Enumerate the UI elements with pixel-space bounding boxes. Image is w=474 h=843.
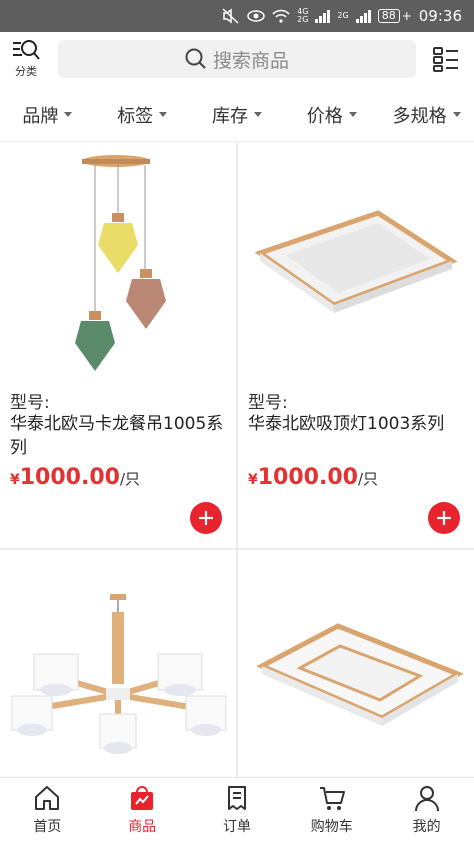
charging-icon: + <box>401 9 412 23</box>
square-ceiling-lamp-image <box>256 623 464 726</box>
add-to-cart-button[interactable] <box>190 502 222 534</box>
add-to-cart-button[interactable] <box>428 502 460 534</box>
filter-tag[interactable]: 标签 <box>95 88 190 141</box>
home-icon <box>35 786 60 810</box>
tab-orders[interactable]: 订单 <box>190 778 285 843</box>
signal-icon-2 <box>355 9 371 23</box>
tab-profile[interactable]: 我的 <box>379 778 474 843</box>
ceiling-lamp-image <box>254 210 458 313</box>
product-name: 华泰北欧马卡龙餐吊1005系列 <box>10 414 224 458</box>
chandelier-image <box>11 594 227 754</box>
category-label: 分类 <box>15 65 37 78</box>
product-price: ¥1000.00/只 <box>10 465 141 490</box>
tab-label: 我的 <box>412 819 441 835</box>
product-grid: 型号: 华泰北欧马卡龙餐吊1005系列 ¥1000.00/只 型号: 华泰北欧吸… <box>0 143 474 777</box>
pendant-lamp-image <box>75 155 166 371</box>
tab-label: 订单 <box>222 819 251 835</box>
dropdown-caret-icon <box>64 112 73 117</box>
tab-label: 商品 <box>128 819 157 835</box>
filter-label: 多规格 <box>392 105 447 127</box>
product-model-label: 型号: <box>10 393 50 413</box>
product-card[interactable] <box>238 550 474 777</box>
plus-icon <box>437 511 451 525</box>
search-input[interactable]: 搜索商品 <box>58 40 416 78</box>
search-placeholder: 搜索商品 <box>212 49 289 72</box>
product-card[interactable]: 型号: 华泰北欧马卡龙餐吊1005系列 ¥1000.00/只 <box>0 143 236 548</box>
filter-label: 价格 <box>306 105 343 127</box>
dropdown-caret-icon <box>348 112 357 117</box>
filter-bar: 品牌 标签 库存 价格 多规格 <box>0 88 474 142</box>
product-model-label: 型号: <box>248 393 288 413</box>
eye-icon <box>247 10 265 22</box>
product-price: ¥1000.00/只 <box>248 465 379 490</box>
tab-cart[interactable]: 购物车 <box>284 778 379 843</box>
filter-label: 库存 <box>211 105 248 127</box>
tab-label: 首页 <box>33 819 62 835</box>
tab-home[interactable]: 首页 <box>0 778 95 843</box>
filter-brand[interactable]: 品牌 <box>0 88 95 141</box>
search-icon <box>185 48 206 69</box>
network-type: 4G 2G <box>297 7 309 24</box>
battery-indicator: 88 <box>377 9 400 23</box>
clock: 09:36 <box>418 7 462 25</box>
layout-toggle-icon[interactable] <box>432 45 460 73</box>
plus-icon <box>199 511 213 525</box>
header: 分类 搜索商品 <box>0 32 474 86</box>
filter-spec[interactable]: 多规格 <box>379 88 474 141</box>
dropdown-caret-icon <box>452 112 461 117</box>
mute-icon <box>222 8 239 24</box>
product-card[interactable]: 型号: 华泰北欧吸顶灯1003系列 ¥1000.00/只 <box>238 143 474 548</box>
bottom-tab-bar: 首页 商品 订单 购物车 我的 <box>0 777 474 843</box>
cart-icon <box>319 787 345 810</box>
tab-label: 购物车 <box>310 819 353 835</box>
network-type-2: 2G <box>337 11 349 20</box>
order-icon <box>227 786 246 810</box>
category-search-icon <box>13 40 40 60</box>
filter-stock[interactable]: 库存 <box>190 88 285 141</box>
shopping-bag-icon <box>131 786 154 810</box>
dropdown-caret-icon <box>159 112 168 117</box>
filter-label: 标签 <box>117 105 154 127</box>
signal-icon <box>315 9 331 23</box>
tab-products[interactable]: 商品 <box>95 778 190 843</box>
filter-label: 品牌 <box>22 105 59 127</box>
product-name: 华泰北欧吸顶灯1003系列 <box>248 414 445 434</box>
wifi-icon <box>272 9 290 23</box>
product-card[interactable] <box>0 550 236 777</box>
filter-price[interactable]: 价格 <box>284 88 379 141</box>
dropdown-caret-icon <box>253 112 262 117</box>
category-button[interactable]: 分类 <box>8 38 44 80</box>
user-icon <box>414 786 439 812</box>
status-bar: 4G 2G 2G 88 + 09:36 <box>0 0 474 32</box>
